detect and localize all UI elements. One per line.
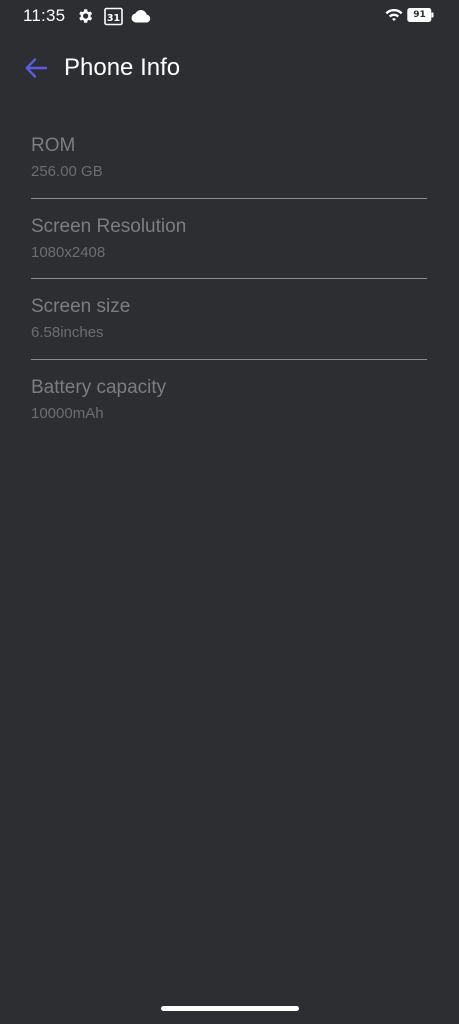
info-item-title: ROM xyxy=(31,135,76,156)
cloud-icon xyxy=(131,10,151,23)
battery-level: 91 xyxy=(413,10,426,20)
app-bar: Phone Info xyxy=(0,40,459,96)
info-item-value: 256.00 GB xyxy=(31,163,103,180)
info-item-value: 6.58inches xyxy=(31,324,104,341)
arrow-left-icon xyxy=(25,58,48,78)
divider xyxy=(31,358,427,360)
calendar-icon: 31 xyxy=(104,7,123,26)
info-item-title: Screen size xyxy=(31,296,131,317)
page-title: Phone Info xyxy=(64,54,181,81)
info-item-value: 1080x2408 xyxy=(31,243,106,261)
wifi-icon xyxy=(385,9,403,21)
info-item-title: Screen Resolution xyxy=(31,215,187,237)
divider xyxy=(31,197,427,199)
divider xyxy=(31,278,427,279)
phone-info-list: ROM 256.00 GB Screen Resolution 1080x240… xyxy=(31,130,427,452)
info-item-screen-resolution: Screen Resolution 1080x2408 xyxy=(31,211,427,292)
back-button[interactable] xyxy=(18,52,54,84)
status-time: 11:35 xyxy=(23,6,66,25)
info-item-screen-size: Screen size 6.58inches xyxy=(31,291,427,372)
gear-icon xyxy=(79,9,93,23)
status-bar: 11:35 31 91 xyxy=(0,0,459,32)
calendar-day: 31 xyxy=(107,13,120,24)
info-item-battery-capacity: Battery capacity 10000mAh xyxy=(31,372,427,453)
info-item-value: 10000mAh xyxy=(31,404,104,422)
info-item-rom: ROM 256.00 GB xyxy=(31,130,427,211)
home-indicator[interactable] xyxy=(161,1006,299,1011)
info-item-title: Battery capacity xyxy=(31,376,167,398)
